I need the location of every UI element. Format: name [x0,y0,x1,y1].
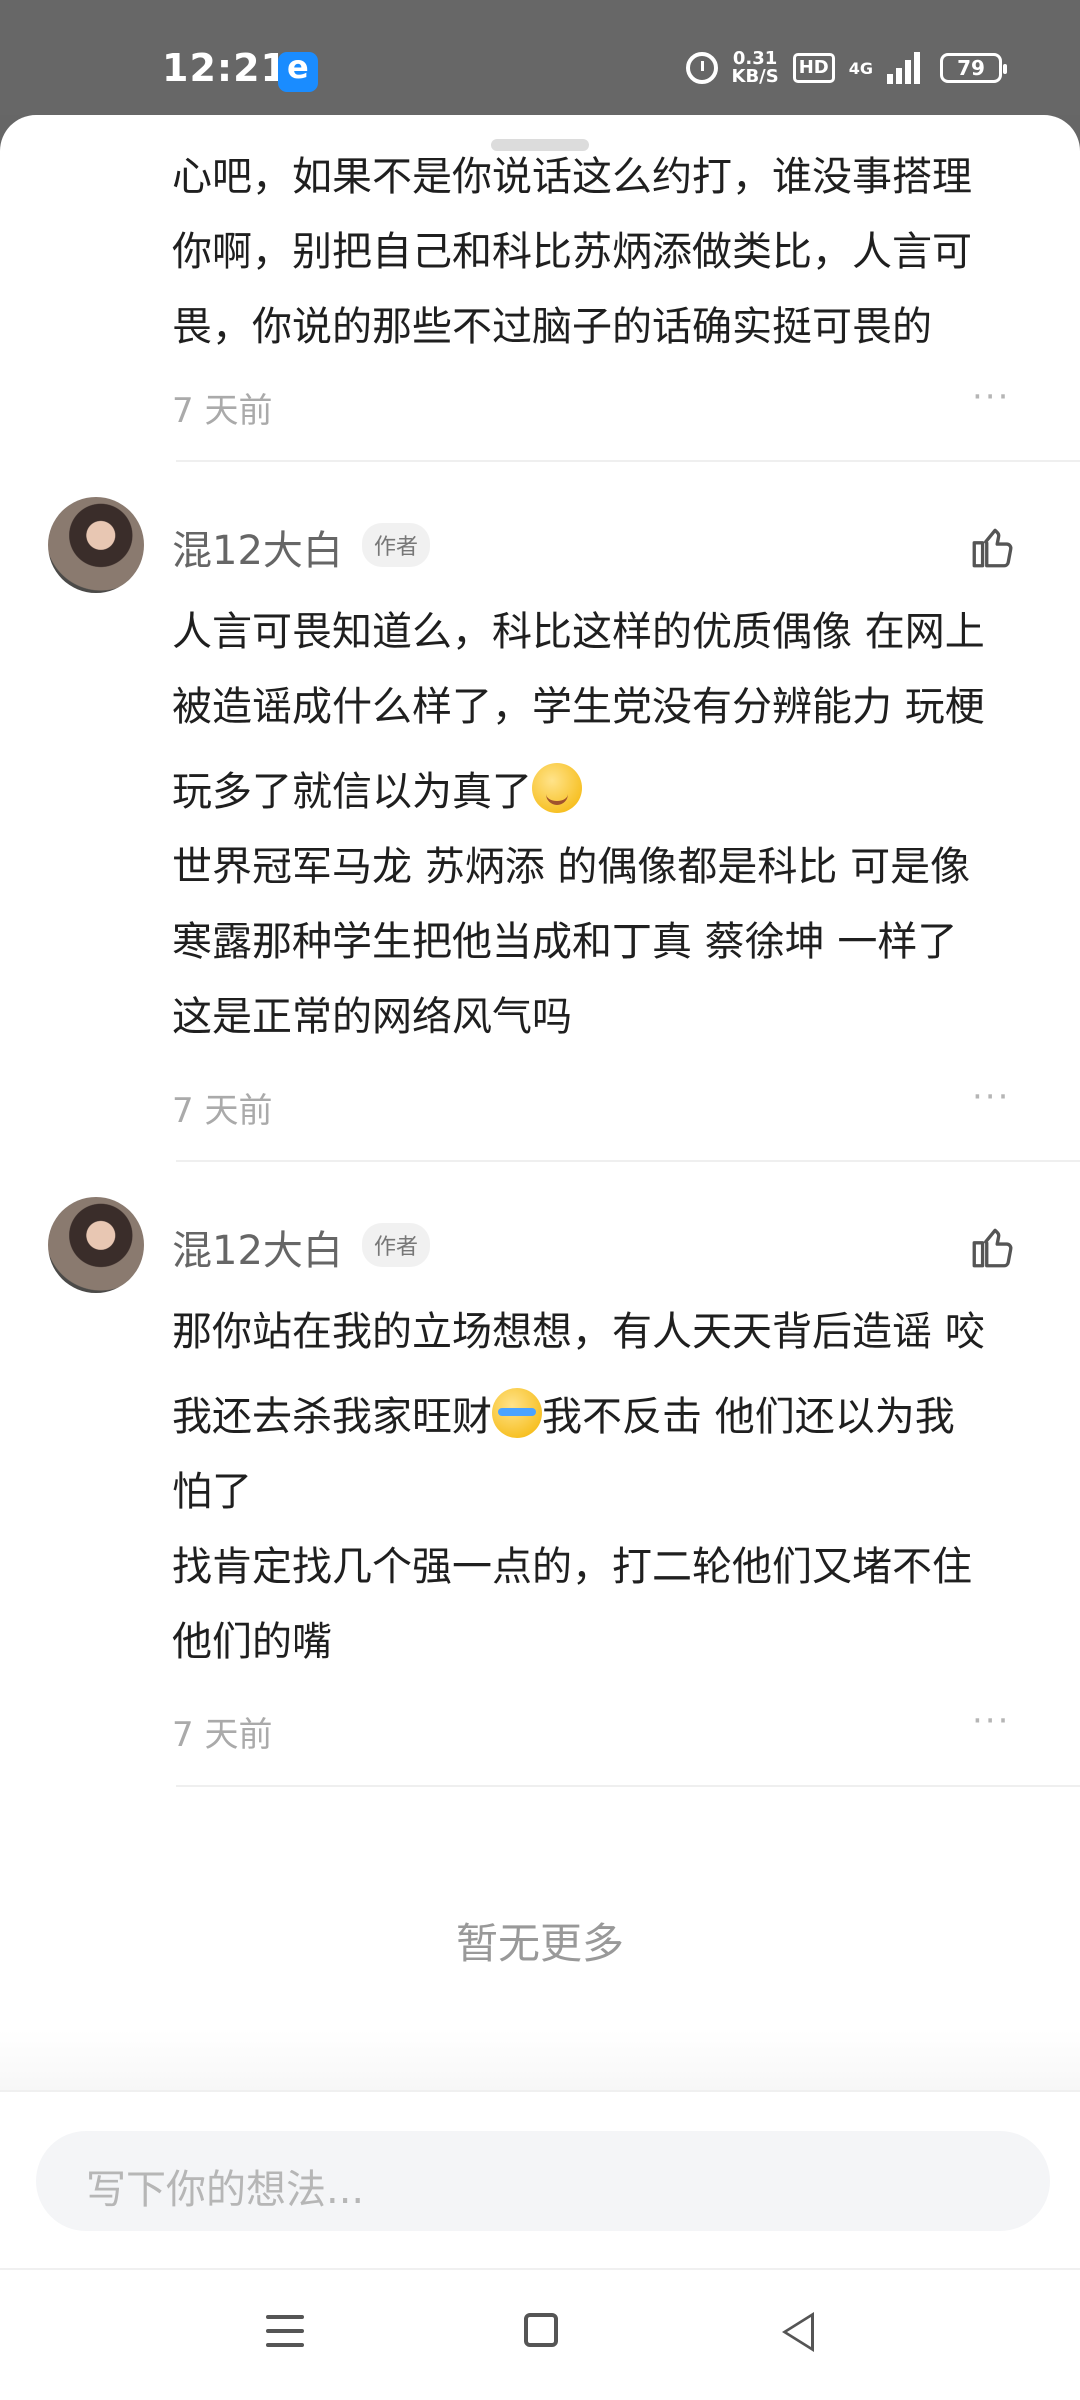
battery-icon: 79 [940,53,1007,83]
status-time: 12:21 [162,46,288,90]
crying-emoji-icon [492,1388,542,1438]
comment-time: 7 天前 [172,391,273,431]
username[interactable]: 混12大白 [172,1218,343,1276]
comment-line: 怕了 [172,1469,252,1515]
comment-line: 被造谣成什么样了，学生党没有分辨能力 玩梗 [172,684,985,730]
menu-icon[interactable] [266,2315,304,2347]
signal-icon [887,52,920,84]
net-speed-unit: KB/S [731,66,779,87]
back-icon[interactable] [782,2312,814,2352]
comment-input-placeholder: 写下你的想法... [86,2167,365,2213]
more-dots-icon[interactable]: ··· [972,1077,1010,1117]
comment-time: 7 天前 [172,1715,273,1755]
comment-line: 人言可畏知道么，科比这样的优质偶像 在网上 [172,609,985,655]
author-tag: 作者 [362,523,431,567]
more-dots-icon[interactable]: ··· [972,1701,1010,1741]
alarm-icon [685,52,718,84]
net-speed: 0.31 KB/S [732,50,779,86]
comment-body: 那你站在我的立场想想，有人天天背后造谣 咬 我还去杀我家旺财 我不反击 他们还以为… [172,1295,1032,1680]
status-icons: 0.31 KB/S HD 4G 79 [685,50,1007,86]
divider [176,1160,1080,1162]
comments-sheet: 心吧，如果不是你说话这么约打，谁没事搭理 你啊，别把自己和科比苏炳添做类比，人言… [0,115,1080,2400]
comment-body: 心吧，如果不是你说话这么约打，谁没事搭理 你啊，别把自己和科比苏炳添做类比，人言… [172,140,1032,365]
comment-line: 玩多了就信以为真了 [172,769,532,815]
comment-input-bar: 写下你的想法... [0,2090,1080,2270]
comment-line: 心吧，如果不是你说话这么约打，谁没事搭理 [172,154,972,200]
comment-line: 我不反击 他们还以为我 [542,1394,955,1440]
divider [176,460,1080,462]
comment-time: 7 天前 [172,1091,273,1131]
more-dots-icon[interactable]: ··· [972,377,1010,417]
fade-shadow [0,2030,1080,2090]
comment-line: 你啊，别把自己和科比苏炳添做类比，人言可 [172,229,972,275]
network-type: 4G [848,58,873,78]
thumbs-up-icon[interactable] [968,522,1018,572]
comment-body: 人言可畏知道么，科比这样的优质偶像 在网上 被造谣成什么样了，学生党没有分辨能力… [172,595,1032,1055]
username[interactable]: 混12大白 [172,518,343,576]
comment-line: 世界冠军马龙 苏炳添 的偶像都是科比 可是像 [172,844,971,890]
comment-line: 那你站在我的立场想想，有人天天背后造谣 咬 [172,1309,985,1355]
author-tag: 作者 [362,1223,431,1267]
smiling-emoji-icon [532,763,582,813]
comment-line-with-emoji: 玩多了就信以为真了 [172,755,1032,830]
app-notification-icon [278,48,318,92]
comment-line: 他们的嘴 [172,1619,332,1665]
comment-line: 这是正常的网络风气吗 [172,994,572,1040]
avatar[interactable] [48,1197,144,1293]
system-nav-bar [0,2268,1080,2400]
comment-line: 找肯定找几个强一点的，打二轮他们又堵不住 [172,1544,972,1590]
comment-line: 畏，你说的那些不过脑子的话确实挺可畏的 [172,304,932,350]
comment-line: 寒露那种学生把他当成和丁真 蔡徐坤 一样了 [172,919,958,965]
comment-input[interactable]: 写下你的想法... [36,2131,1050,2231]
hd-icon: HD [792,53,835,83]
no-more-text: 暂无更多 [455,1919,624,1968]
thumbs-up-icon[interactable] [968,1222,1018,1272]
comment-line: 我还去杀我家旺财 [172,1394,492,1440]
home-icon[interactable] [524,2313,558,2347]
comment-line-with-emoji: 我还去杀我家旺财 我不反击 他们还以为我 [172,1380,1032,1455]
avatar[interactable] [48,497,144,593]
divider [176,1785,1080,1787]
status-bar: 12:21 0.31 KB/S HD 4G 79 [0,0,1080,115]
